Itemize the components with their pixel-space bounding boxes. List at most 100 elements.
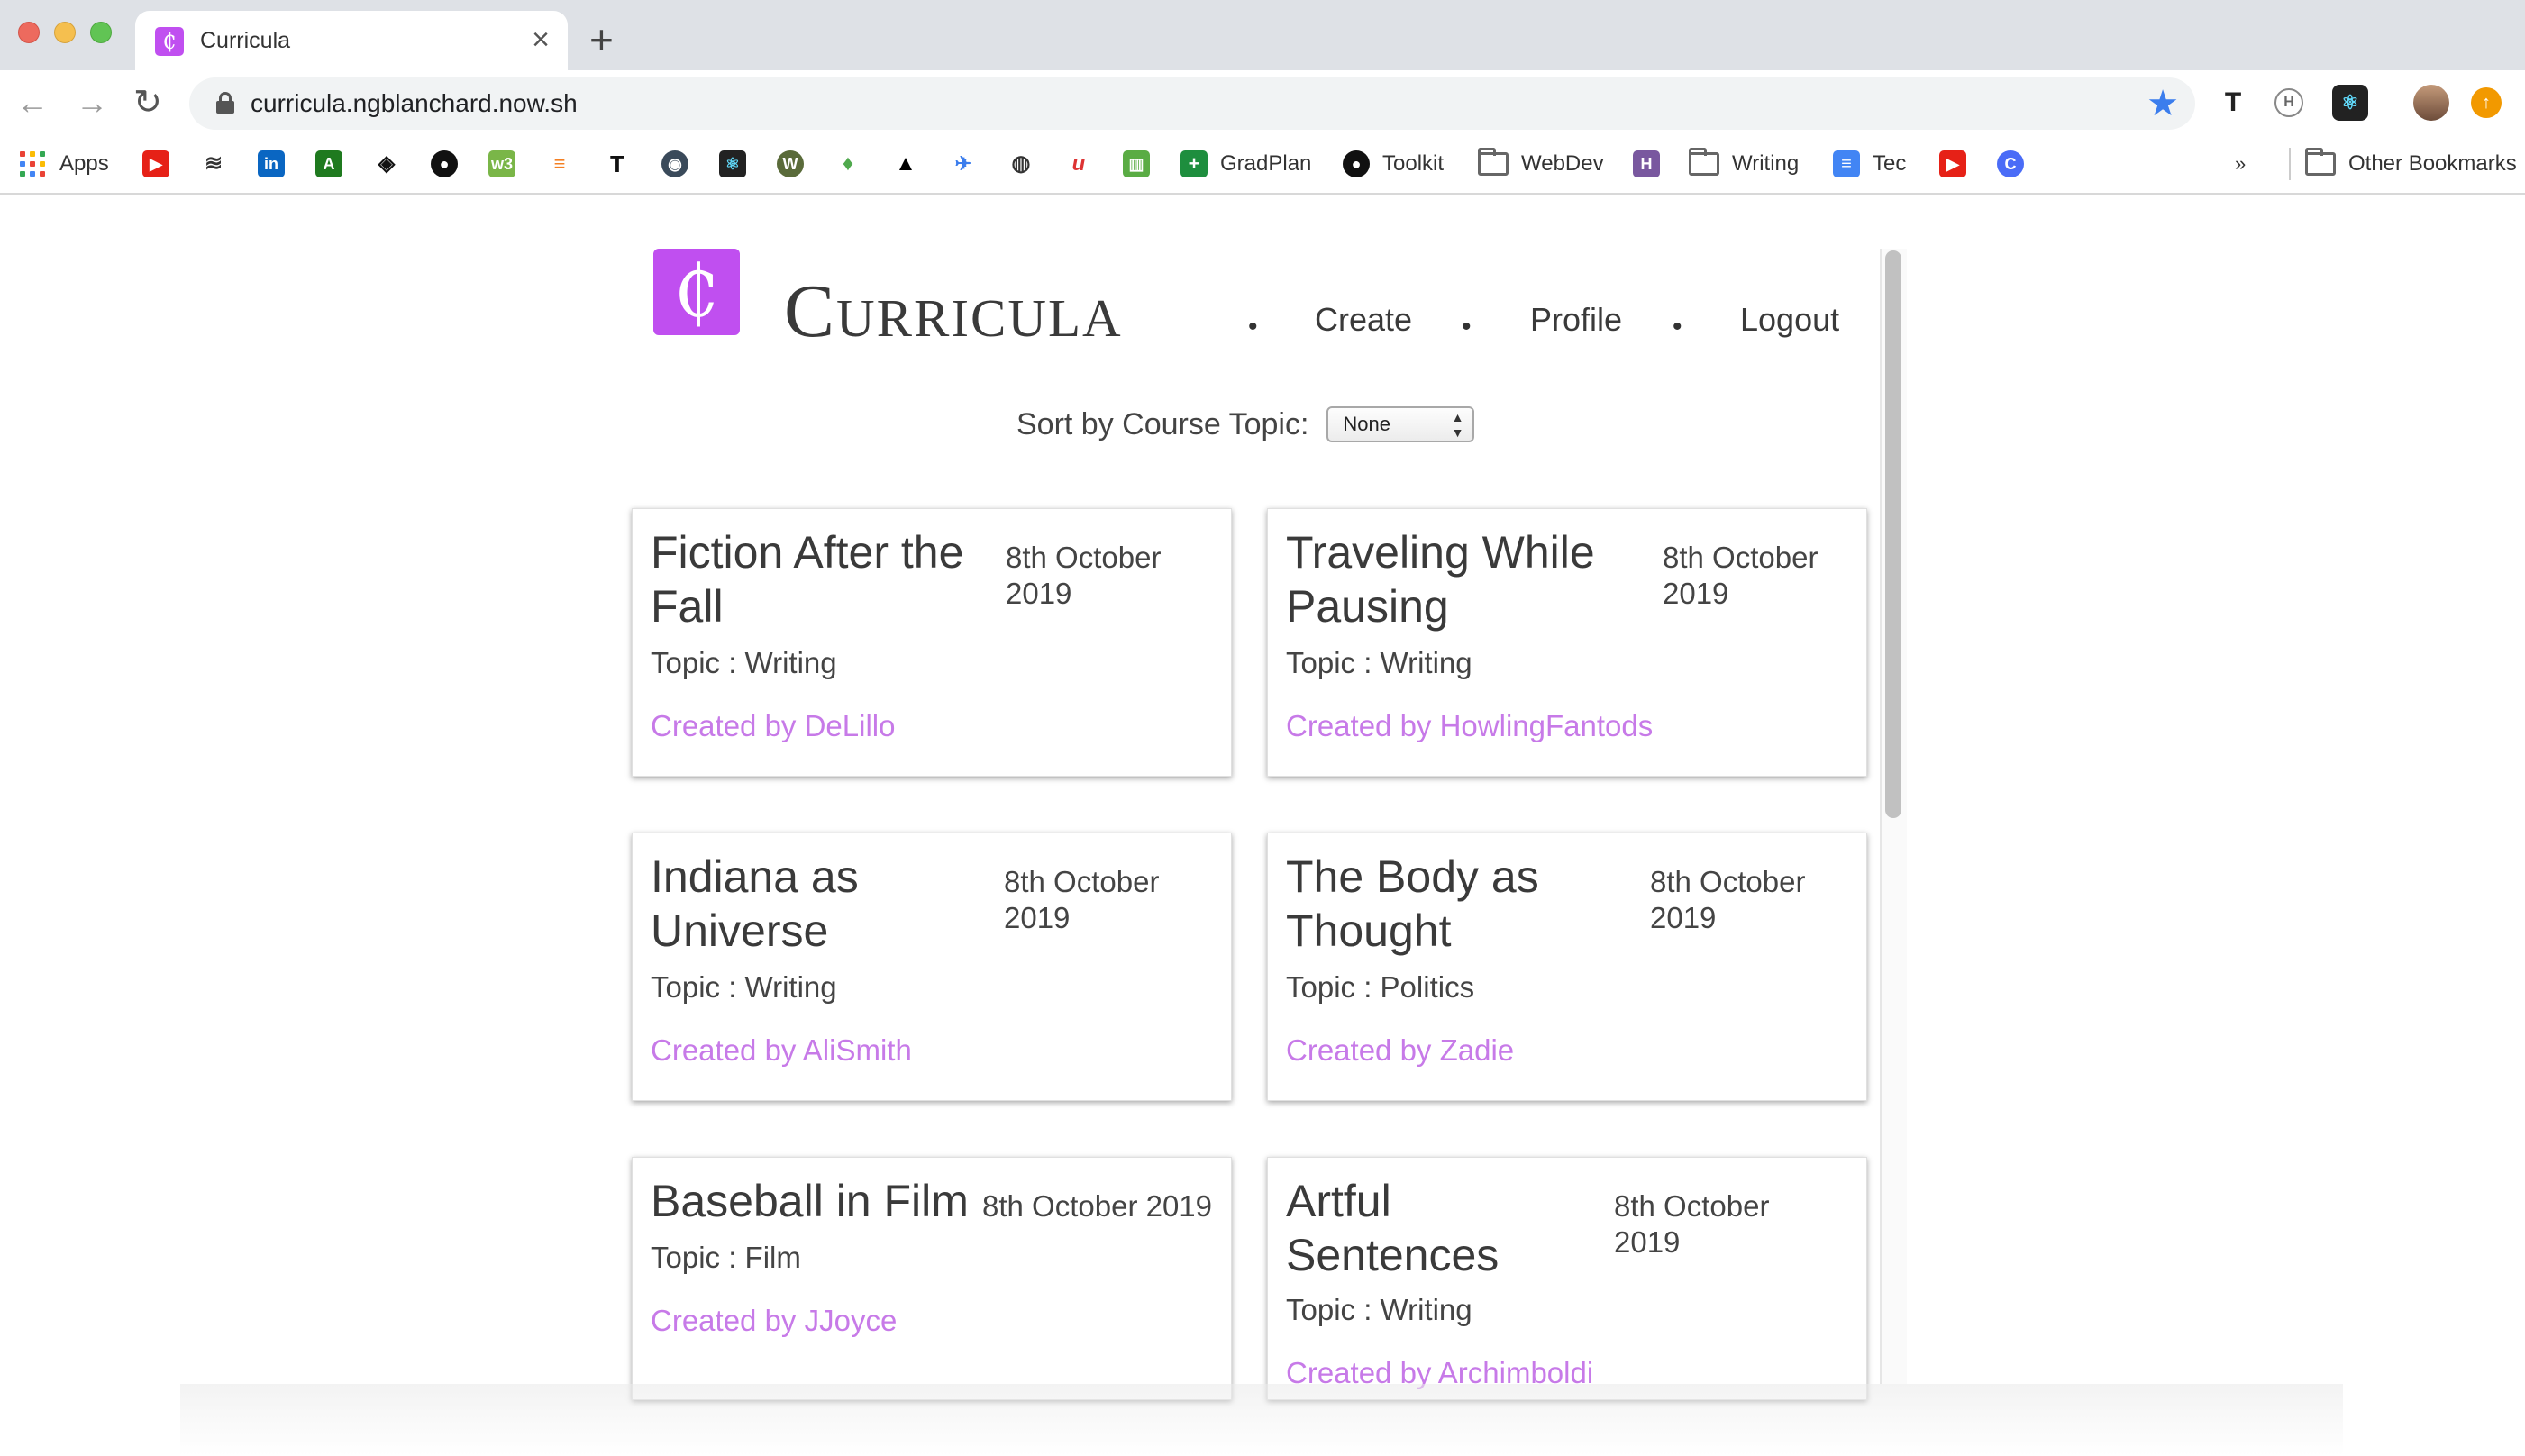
- bookmark-label: Apps: [59, 151, 109, 176]
- course-topic: Topic : Politics: [1286, 970, 1475, 1004]
- stackoverflow-icon: ≡: [546, 150, 573, 177]
- curricula-logo-icon[interactable]: ₵: [653, 249, 740, 335]
- bookmark-10[interactable]: ◉: [661, 148, 701, 180]
- forward-arrow-icon[interactable]: →: [76, 81, 108, 124]
- back-arrow-icon[interactable]: ←: [16, 81, 49, 124]
- course-title[interactable]: Indiana as Universe: [651, 850, 993, 958]
- window-close-button[interactable]: [18, 22, 40, 43]
- course-author-link[interactable]: Created by DeLillo: [651, 709, 895, 743]
- typography-icon: T: [604, 150, 631, 177]
- course-date: 8th October 2019: [1614, 1189, 1770, 1259]
- profile-avatar[interactable]: [2413, 85, 2449, 121]
- circle-icon: ◉: [661, 150, 688, 177]
- bookmark-wordpress[interactable]: W: [777, 148, 816, 180]
- bookmark-linkedin[interactable]: in: [258, 148, 297, 180]
- bookmarks-overflow-button[interactable]: »: [2235, 148, 2246, 180]
- course-date: 8th October 2019: [1663, 541, 1819, 610]
- course-topic: Topic : Writing: [651, 646, 837, 679]
- bookmark-typography[interactable]: T: [604, 148, 643, 180]
- bookmark-c[interactable]: C: [1997, 148, 2037, 180]
- bookmark-react[interactable]: ⚛: [719, 148, 759, 180]
- course-title[interactable]: Artful Sentences: [1286, 1174, 1610, 1282]
- bookmark-4[interactable]: A: [315, 148, 355, 180]
- course-author-link[interactable]: Created by AliSmith: [651, 1033, 912, 1068]
- window-maximize-button[interactable]: [90, 22, 112, 43]
- address-bar[interactable]: curricula.ngblanchard.now.sh ★: [189, 77, 2195, 130]
- new-tab-button[interactable]: +: [589, 13, 614, 67]
- linkedin-icon: in: [258, 150, 285, 177]
- bookmark-youtube-2[interactable]: ▶: [1939, 148, 1979, 180]
- course-title[interactable]: Baseball in Film: [651, 1174, 993, 1228]
- bookmark-tec[interactable]: ≡ Tec: [1833, 148, 1906, 180]
- bookmark-mongodb[interactable]: ♦: [834, 148, 874, 180]
- bookmarks-bar: Apps ▶ ≋ in A ◈ ● w3 ≡ T ◉ ⚛ W ♦ ▲ ✈ ◍ u…: [0, 135, 2525, 195]
- scrollbar-thumb[interactable]: [1885, 250, 1901, 818]
- hypothesis-extension-icon[interactable]: H: [2274, 88, 2303, 117]
- course-author-link[interactable]: Created by JJoyce: [651, 1304, 897, 1338]
- bookmark-17[interactable]: u: [1065, 148, 1105, 180]
- course-author-link[interactable]: Created by HowlingFantods: [1286, 709, 1653, 743]
- bookmark-codepen[interactable]: ◈: [373, 148, 413, 180]
- bookmark-15[interactable]: ✈: [950, 148, 989, 180]
- spreadsheet-icon: +: [1180, 150, 1208, 177]
- codepen-icon: ◈: [373, 150, 400, 177]
- youtube-icon: ▶: [142, 150, 169, 177]
- bookmark-label: Tec: [1873, 151, 1907, 176]
- url-text[interactable]: curricula.ngblanchard.now.sh: [251, 89, 578, 118]
- bookmark-heroku[interactable]: H: [1633, 148, 1673, 180]
- nav-logout-link[interactable]: Logout: [1740, 301, 1839, 339]
- brand-title[interactable]: Curricula: [784, 267, 1123, 357]
- course-title[interactable]: Fiction After the Fall: [651, 525, 993, 633]
- nav-separator: •: [1462, 312, 1472, 341]
- tab-close-icon[interactable]: ×: [532, 22, 550, 58]
- apps-grid-icon: [20, 151, 45, 177]
- course-title[interactable]: Traveling While Pausing: [1286, 525, 1646, 633]
- bookmark-trello[interactable]: ▥: [1123, 148, 1162, 180]
- bookmark-youtube[interactable]: ▶: [142, 148, 182, 180]
- course-card[interactable]: Traveling While Pausing 8th October 2019…: [1267, 508, 1867, 777]
- nav-separator: •: [1248, 312, 1258, 341]
- bookmark-16[interactable]: ◍: [1007, 148, 1047, 180]
- code-icon: A: [315, 150, 342, 177]
- tab-title: Curricula: [200, 28, 291, 53]
- folder-icon: [2305, 148, 2336, 176]
- course-topic: Topic : Film: [651, 1241, 801, 1274]
- course-card[interactable]: Baseball in Film 8th October 2019 Topic …: [632, 1157, 1232, 1400]
- bookmark-folder-writing[interactable]: Writing: [1689, 148, 1799, 180]
- nav-create-link[interactable]: Create: [1315, 301, 1412, 339]
- react-devtools-icon[interactable]: ⚛: [2332, 85, 2368, 121]
- bookmark-2[interactable]: ≋: [200, 148, 240, 180]
- bookmark-apps[interactable]: Apps: [20, 148, 109, 180]
- bookmark-toolkit[interactable]: ● Toolkit: [1343, 148, 1444, 180]
- course-author-link[interactable]: Created by Zadie: [1286, 1033, 1514, 1068]
- bookmark-vercel[interactable]: ▲: [892, 148, 932, 180]
- course-title[interactable]: The Body as Thought: [1286, 850, 1628, 958]
- window-minimize-button[interactable]: [54, 22, 76, 43]
- course-card[interactable]: Artful Sentences 8th October 2019 Topic …: [1267, 1157, 1867, 1400]
- globe-icon: ◍: [1007, 150, 1035, 177]
- course-card[interactable]: Fiction After the Fall 8th October 2019 …: [632, 508, 1232, 777]
- bookmark-gradplan[interactable]: + GradPlan: [1180, 148, 1311, 180]
- reload-icon[interactable]: ↻: [133, 81, 162, 124]
- bookmark-stackoverflow[interactable]: ≡: [546, 148, 586, 180]
- sort-selected-value: None: [1343, 413, 1391, 435]
- bookmark-w3[interactable]: w3: [488, 148, 528, 180]
- course-topic: Topic : Writing: [1286, 1293, 1472, 1326]
- course-card[interactable]: Indiana as Universe 8th October 2019 Top…: [632, 833, 1232, 1101]
- sort-row: Sort by Course Topic: None ▲ ▼: [1016, 404, 1475, 445]
- bookmark-star-icon[interactable]: ★: [2147, 83, 2179, 124]
- update-icon[interactable]: ↑: [2471, 87, 2502, 118]
- browser-tab-curricula[interactable]: ₵ Curricula ×: [135, 11, 568, 70]
- bookmark-folder-webdev[interactable]: WebDev: [1478, 148, 1604, 180]
- course-topic: Topic : Writing: [1286, 646, 1472, 679]
- docs-icon: ≡: [1833, 150, 1860, 177]
- heroku-icon: H: [1633, 150, 1660, 177]
- nav-profile-link[interactable]: Profile: [1530, 301, 1622, 339]
- bookmark-folder-other[interactable]: Other Bookmarks: [2289, 148, 2517, 180]
- course-card[interactable]: The Body as Thought 8th October 2019 Top…: [1267, 833, 1867, 1101]
- typography-extension-icon[interactable]: T: [2215, 85, 2251, 121]
- bookmark-label: Toolkit: [1382, 151, 1445, 176]
- react-icon: ⚛: [719, 150, 746, 177]
- sort-topic-select[interactable]: None ▲ ▼: [1326, 406, 1475, 442]
- bookmark-github[interactable]: ●: [431, 148, 470, 180]
